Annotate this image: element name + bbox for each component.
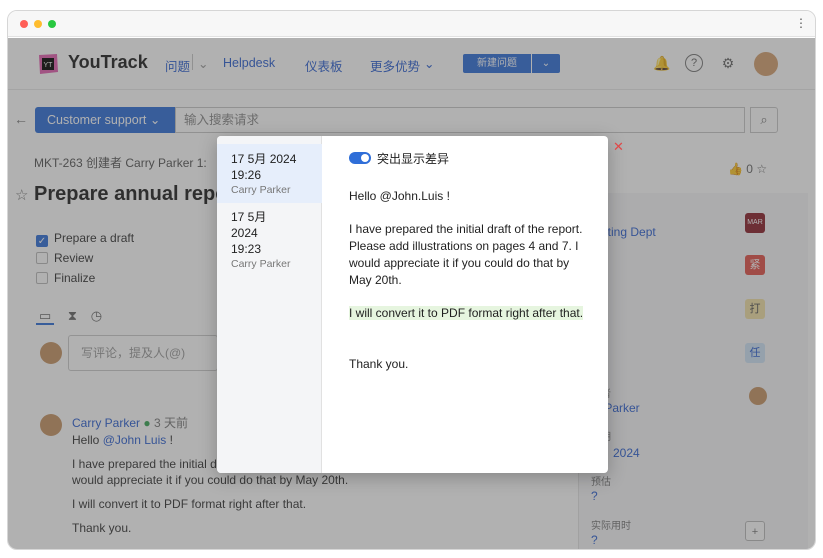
content-paragraph: Thank you. (349, 357, 409, 371)
close-window-button[interactable] (20, 20, 28, 28)
title-bar: ⋮ (8, 11, 815, 37)
content-paragraph-highlighted: I will convert it to PDF format right af… (349, 305, 589, 322)
more-options-icon[interactable]: ⋮ (795, 16, 807, 30)
highlight-diff-toggle[interactable] (349, 152, 371, 164)
version-item[interactable]: 17 5月 2024 19:23 Carry Parker (217, 202, 322, 277)
close-icon[interactable]: ✕ (613, 139, 624, 155)
version-date: 17 5月 2024 19:23 (231, 210, 267, 256)
version-author: Carry Parker (231, 258, 291, 270)
minimize-window-button[interactable] (34, 20, 42, 28)
content-greeting: Hello @John.Luis ! (349, 189, 450, 203)
version-list: 17 5月 2024 19:26 Carry Parker 17 5月 2024… (217, 136, 322, 473)
browser-window: ⋮ YT YouTrack 问题 ⌄ Helpdesk 仪表板 更多优势 ⌄ 新… (7, 10, 816, 550)
history-dialog: 17 5月 2024 19:26 Carry Parker 17 5月 2024… (217, 136, 608, 473)
zoom-window-button[interactable] (48, 20, 56, 28)
highlight-diff-label: 突出显示差异 (377, 152, 450, 166)
app: YT YouTrack 问题 ⌄ Helpdesk 仪表板 更多优势 ⌄ 新建问… (8, 38, 815, 549)
version-date: 17 5月 2024 19:26 (231, 152, 297, 182)
content-paragraph: I have prepared the initial draft of the… (349, 222, 583, 287)
version-author: Carry Parker (231, 184, 291, 196)
diff-highlight: I will convert it to PDF format right af… (349, 306, 584, 320)
version-item[interactable]: 17 5月 2024 19:26 Carry Parker (217, 144, 322, 203)
version-content: 突出显示差异 Hello @John.Luis ! I have prepare… (337, 136, 597, 473)
toggle-knob (361, 154, 369, 162)
